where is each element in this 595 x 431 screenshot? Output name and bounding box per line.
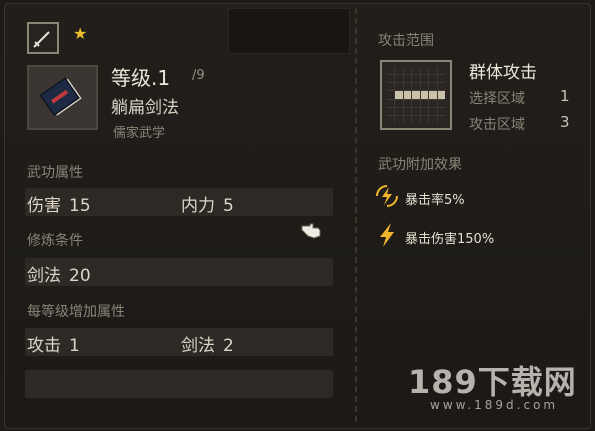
- sword-per-level-stat: 剑法 2: [181, 331, 234, 356]
- attack-per-level-stat: 攻击 1: [27, 331, 80, 356]
- effect-crit-damage: 暴击伤害150%: [405, 232, 495, 247]
- attack-zone-label: 攻击区域: [469, 117, 525, 133]
- lightning-circle-icon: [373, 183, 401, 213]
- attack-per-level-value: 1: [69, 336, 80, 356]
- inner-power-label: 内力: [181, 196, 215, 216]
- skill-book-icon: [27, 65, 98, 130]
- sword-requirement-label: 剑法: [27, 266, 61, 286]
- watermark-logo: 189下载网: [408, 363, 577, 401]
- skill-school: 儒家武学: [113, 126, 166, 141]
- inner-power-stat: 内力 5: [181, 191, 234, 216]
- per-level-title: 每等级增加属性: [27, 304, 125, 320]
- effect-crit-rate: 暴击率5%: [405, 193, 465, 208]
- panel-divider: [355, 8, 357, 422]
- inner-power-value: 5: [223, 196, 234, 216]
- skill-level: 等级.1: [111, 66, 171, 90]
- select-zone-value: 1: [560, 87, 570, 105]
- attack-type: 群体攻击: [469, 63, 537, 83]
- attack-range-grid-icon: [380, 60, 452, 130]
- damage-value: 15: [69, 196, 91, 216]
- requirements-title: 修炼条件: [27, 233, 83, 249]
- attack-per-level-label: 攻击: [27, 336, 61, 356]
- empty-row: [25, 370, 333, 398]
- attack-zone-value: 3: [560, 113, 570, 131]
- skill-name: 躺扁剑法: [111, 98, 179, 118]
- watermark-url: www.189d.com: [430, 398, 559, 412]
- sword-requirement-value: 20: [69, 266, 91, 286]
- star-icon: ★: [73, 24, 88, 43]
- effects-title: 武功附加效果: [378, 157, 462, 173]
- skill-level-max: /9: [192, 68, 205, 83]
- select-zone-label: 选择区域: [469, 91, 525, 107]
- sword-icon[interactable]: [27, 22, 59, 54]
- lightning-icon: [376, 222, 398, 252]
- attack-range-grid: [387, 67, 445, 123]
- sword-per-level-value: 2: [223, 336, 234, 356]
- sword-per-level-label: 剑法: [181, 336, 215, 356]
- attack-range-title: 攻击范围: [378, 33, 434, 49]
- hand-pointer-icon: [300, 222, 324, 244]
- damage-label: 伤害: [27, 196, 61, 216]
- attributes-title: 武功属性: [27, 165, 83, 181]
- sword-requirement-stat: 剑法 20: [27, 261, 91, 286]
- header-dark-slot: [228, 8, 350, 54]
- damage-stat: 伤害 15: [27, 191, 91, 216]
